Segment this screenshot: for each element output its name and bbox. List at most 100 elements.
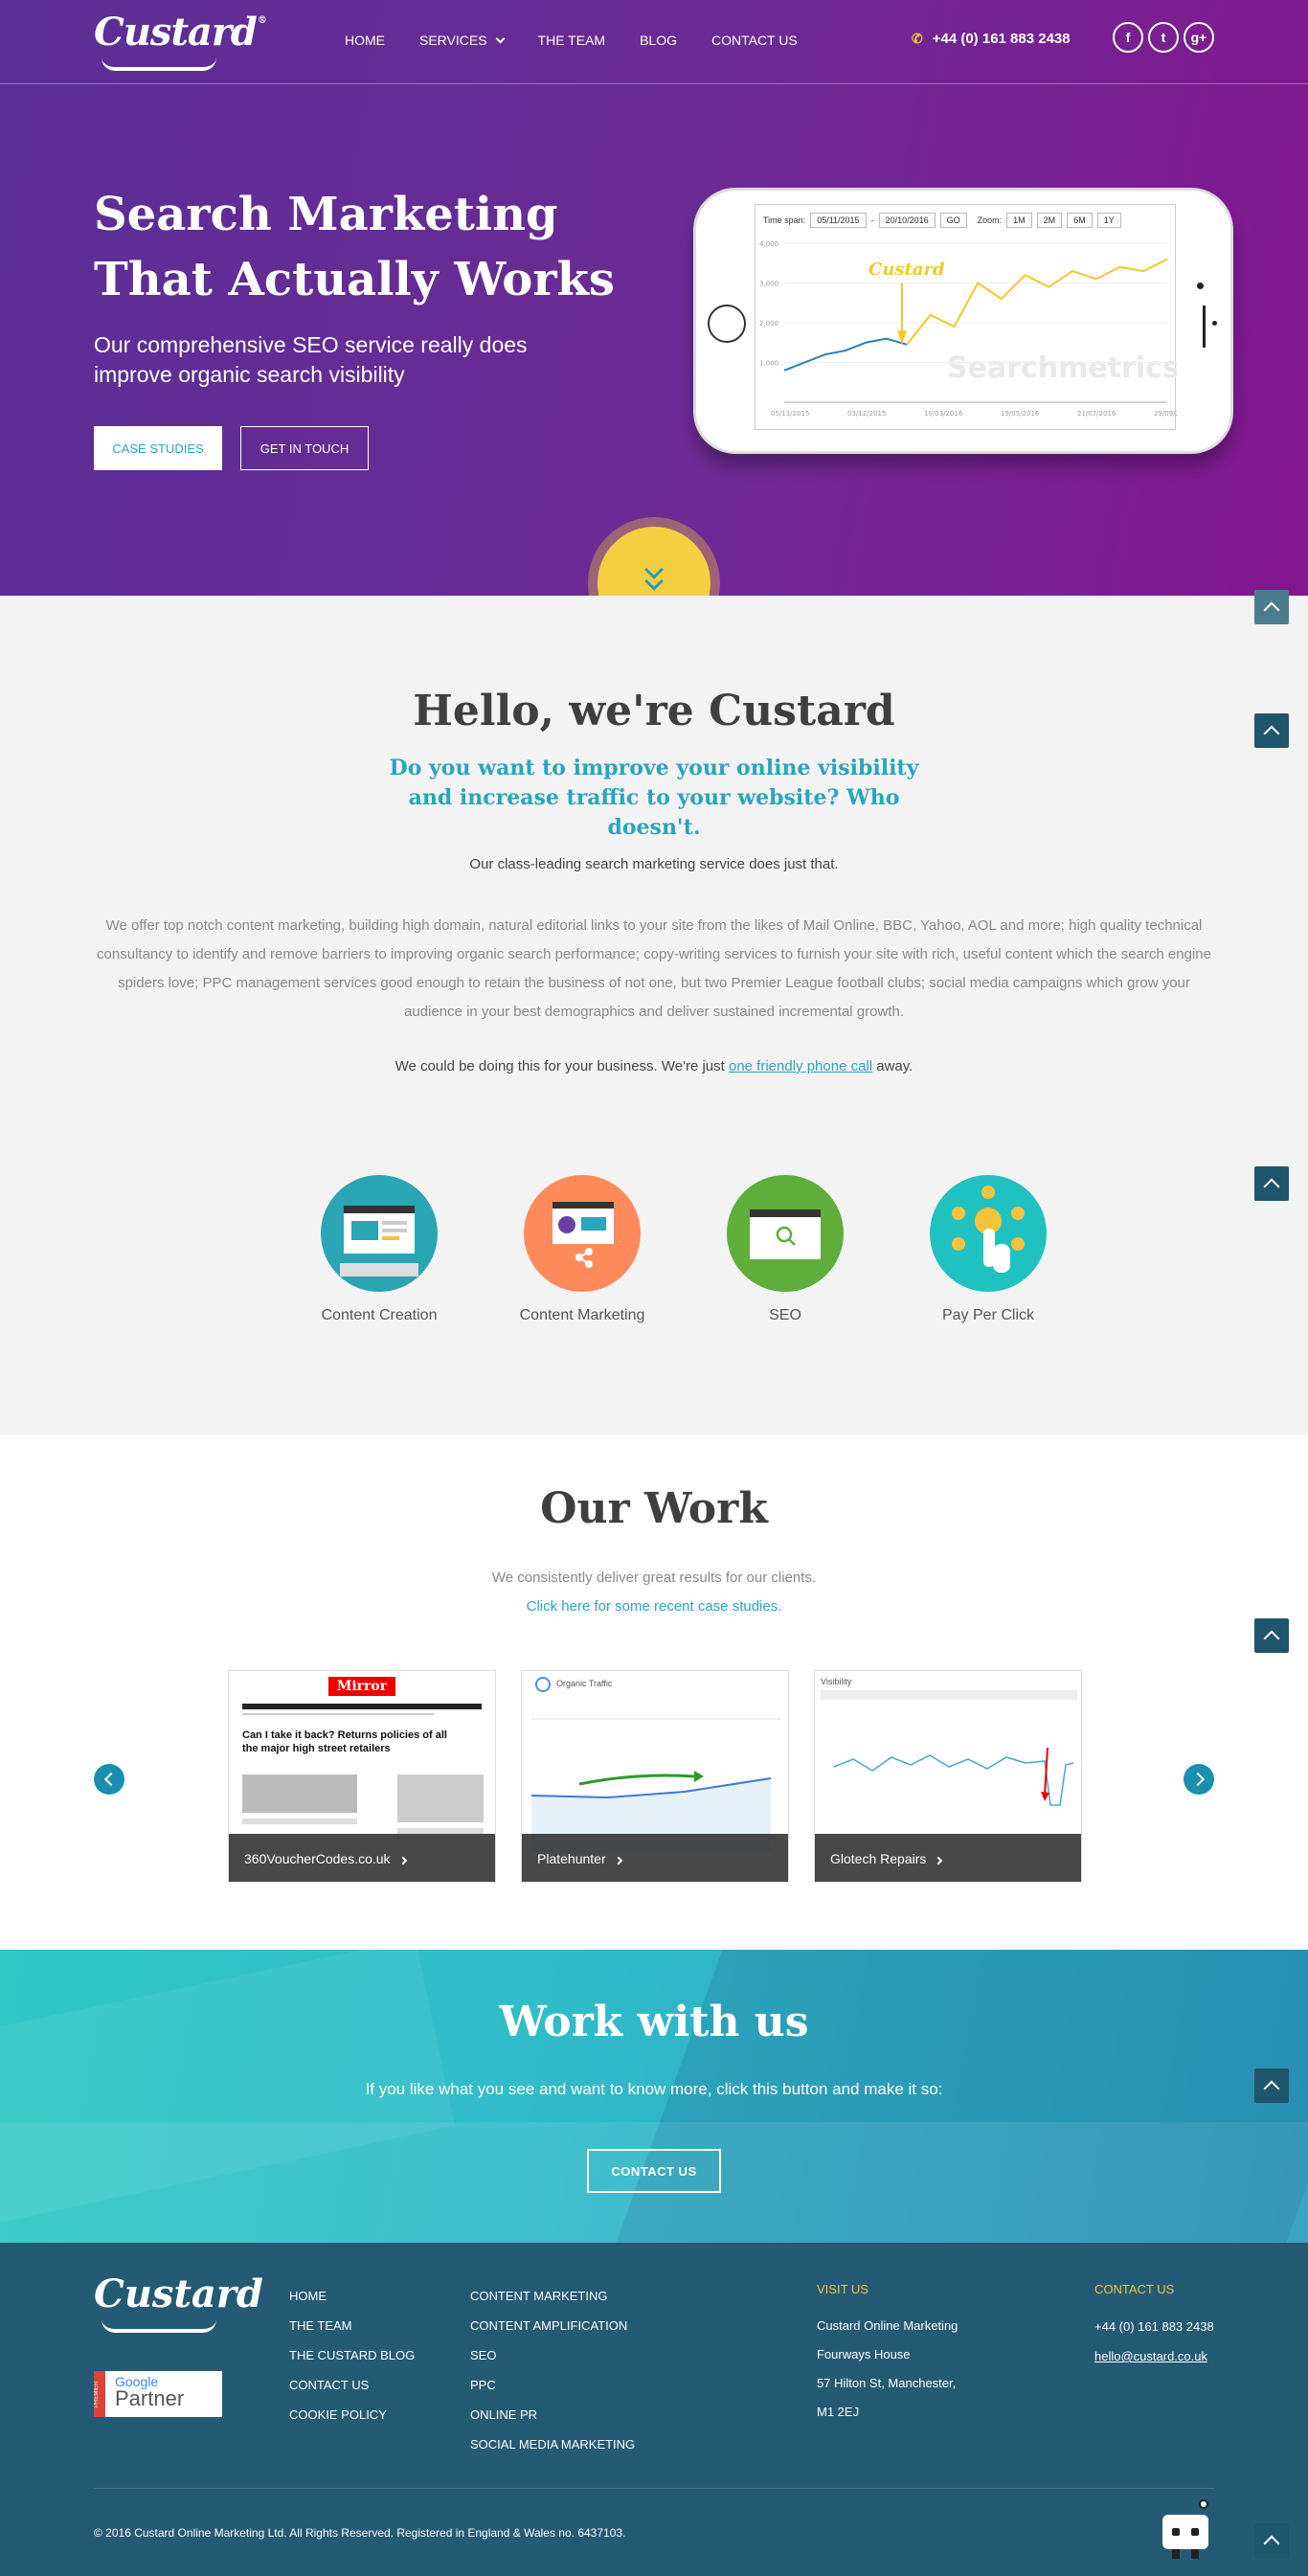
intro-body: We offer top notch content marketing, bu… [97, 917, 1211, 1020]
nav-contact-us[interactable]: CONTACT US [711, 33, 798, 48]
google-partner-badge: PREMIER Google Partner [94, 2371, 222, 2417]
carousel-prev-icon[interactable] [94, 1764, 124, 1795]
series-line [906, 258, 1168, 346]
footer-link-team[interactable]: THE TEAM [289, 2311, 415, 2340]
footer-phone[interactable]: +44 (0) 161 883 2438 [1094, 2312, 1214, 2341]
nav-services[interactable]: SERVICES [419, 33, 505, 48]
case-studies-button[interactable]: CASE STUDIES [94, 426, 222, 470]
x-tick-label: 10/03/2016 [924, 410, 963, 418]
top-nav: Custard ® HOME SERVICES THE TEAM BLOG CON… [0, 0, 1308, 84]
chevron-down-icon [495, 34, 505, 43]
footer-address: VISIT US Custard Online Marketing Fourwa… [817, 2281, 958, 2427]
y-tick-label: 1,000 [759, 360, 778, 368]
back-to-top-button[interactable] [1254, 2523, 1289, 2558]
address-line: Custard Online Marketing [817, 2318, 958, 2333]
footer-link-home[interactable]: HOME [289, 2281, 415, 2311]
device-speaker-icon [1203, 305, 1206, 348]
time-span-label: Time span: [763, 215, 806, 225]
twitter-icon[interactable]: t [1148, 22, 1179, 53]
phone-mockup: Time span: 05/11/2015 - 20/10/2016 GO Zo… [693, 188, 1233, 454]
footer-link-online-pr[interactable]: ONLINE PR [470, 2400, 635, 2429]
our-work-text: We consistently deliver great results fo… [491, 1570, 817, 1586]
service-content-marketing[interactable]: Content Marketing [481, 1175, 684, 1324]
device-camera-icon [1197, 282, 1204, 289]
date-from-input[interactable]: 05/11/2015 [810, 213, 867, 228]
x-tick-label: 05/11/2015 [771, 410, 809, 418]
back-to-top-button[interactable] [1254, 590, 1289, 624]
work-with-us-text: If you like what you see and want to kno… [365, 2080, 943, 2098]
visibility-chart: Time span: 05/11/2015 - 20/10/2016 GO Zo… [755, 204, 1177, 430]
our-work-title: Our Work [540, 1484, 768, 1533]
zoom-6m-button[interactable]: 6M [1067, 213, 1093, 228]
footer-link-content-marketing[interactable]: CONTENT MARKETING [470, 2281, 635, 2311]
service-label: SEO [769, 1307, 801, 1323]
header-phone[interactable]: ✆ +44 (0) 161 883 2438 [912, 31, 1071, 47]
footer-links-services: CONTENT MARKETING CONTENT AMPLIFICATION … [470, 2281, 635, 2459]
nav-home[interactable]: HOME [345, 33, 385, 48]
device-sensor-icon [1212, 321, 1217, 326]
main-menu: HOME SERVICES THE TEAM BLOG CONTACT US [345, 33, 832, 48]
back-to-top-button[interactable] [1254, 2068, 1289, 2103]
our-work-section: Our Work We consistently deliver great r… [0, 1435, 1308, 1950]
case-studies-link[interactable]: Click here for some recent case studies. [0, 1598, 1308, 1615]
footer-link-ppc[interactable]: PPC [470, 2370, 635, 2400]
content-creation-icon [321, 1175, 438, 1292]
intro-title: Hello, we're Custard [413, 687, 895, 735]
carousel-next-icon[interactable] [1184, 1764, 1214, 1795]
nav-blog[interactable]: BLOG [640, 33, 677, 48]
footer-link-social-media[interactable]: SOCIAL MEDIA MARKETING [470, 2429, 635, 2459]
get-in-touch-button[interactable]: GET IN TOUCH [240, 426, 369, 470]
hero-subtitle: Our comprehensive SEO service really doe… [94, 332, 528, 387]
intro-lead: Our class-leading search marketing servi… [469, 856, 839, 872]
service-seo[interactable]: SEO [684, 1175, 887, 1324]
social-links: f t g+ [1113, 22, 1214, 53]
case-study-card[interactable]: Mirror Can I take it back? Returns polic… [228, 1670, 496, 1883]
zoom-2m-button[interactable]: 2M [1036, 213, 1063, 228]
address-line: Fourways House [817, 2347, 911, 2361]
visit-us-heading: VISIT US [817, 2282, 868, 2296]
go-button[interactable]: GO [939, 213, 967, 228]
footer-link-seo[interactable]: SEO [470, 2340, 635, 2370]
pay-per-click-icon [930, 1175, 1047, 1292]
y-tick-label: 2,000 [759, 320, 778, 328]
footer-logo[interactable]: Custard [94, 2271, 263, 2333]
google-plus-icon[interactable]: g+ [1184, 22, 1214, 53]
footer: Custard PREMIER Google Partner HOME THE T… [0, 2243, 1308, 2576]
nav-services-label: SERVICES [419, 33, 487, 48]
contact-us-heading: CONTACT US [1094, 2282, 1175, 2296]
intro-subtitle: Do you want to improve your online visib… [389, 756, 919, 840]
back-to-top-button[interactable] [1254, 1166, 1289, 1201]
x-tick-label: 19/05/2016 [1001, 410, 1040, 418]
footer-link-content-amplification[interactable]: CONTENT AMPLIFICATION [470, 2311, 635, 2340]
facebook-icon[interactable]: f [1113, 22, 1143, 53]
nav-the-team[interactable]: THE TEAM [538, 33, 606, 48]
case-study-card[interactable]: Visibility Glotech Repairs [814, 1670, 1082, 1883]
footer-email-link[interactable]: hello@custard.co.uk [1094, 2341, 1214, 2371]
card-masthead: Mirror [336, 1679, 388, 1694]
footer-link-contact[interactable]: CONTACT US [289, 2370, 415, 2400]
x-tick-label: 03/12/2015 [847, 410, 886, 418]
hero-section: Custard ® HOME SERVICES THE TEAM BLOG CON… [0, 0, 1308, 596]
hero-title: Search Marketing That Actually Works [94, 188, 615, 306]
back-to-top-button[interactable] [1254, 713, 1289, 748]
phone-icon: ✆ [912, 31, 923, 46]
footer-link-blog[interactable]: THE CUSTARD BLOG [289, 2340, 415, 2370]
contact-us-button[interactable]: CONTACT US [587, 2149, 721, 2193]
footer-link-cookie-policy[interactable]: COOKIE POLICY [289, 2400, 415, 2429]
case-study-card[interactable]: Organic Traffic Platehunter [521, 1670, 789, 1883]
phone-call-link[interactable]: one friendly phone call [729, 1058, 872, 1074]
date-to-input[interactable]: 20/10/2016 [878, 213, 936, 228]
service-content-creation[interactable]: Content Creation [278, 1175, 481, 1324]
cta-text-post: away. [872, 1058, 913, 1074]
card-caption: Platehunter [522, 1834, 788, 1882]
footer-links-main: HOME THE TEAM THE CUSTARD BLOG CONTACT U… [289, 2281, 415, 2429]
card-caption: 360VoucherCodes.co.uk [229, 1834, 495, 1882]
footer-divider [94, 2488, 1214, 2489]
service-pay-per-click[interactable]: Pay Per Click [887, 1175, 1090, 1324]
zoom-1m-button[interactable]: 1M [1006, 213, 1032, 228]
back-to-top-button[interactable] [1254, 1618, 1289, 1653]
custard-logo[interactable]: Custard ® [94, 10, 267, 71]
zoom-1y-button[interactable]: 1Y [1096, 213, 1121, 228]
card-headline: Can I take it back? Returns policies of … [242, 1729, 447, 1754]
header-phone-number: +44 (0) 161 883 2438 [932, 31, 1071, 47]
